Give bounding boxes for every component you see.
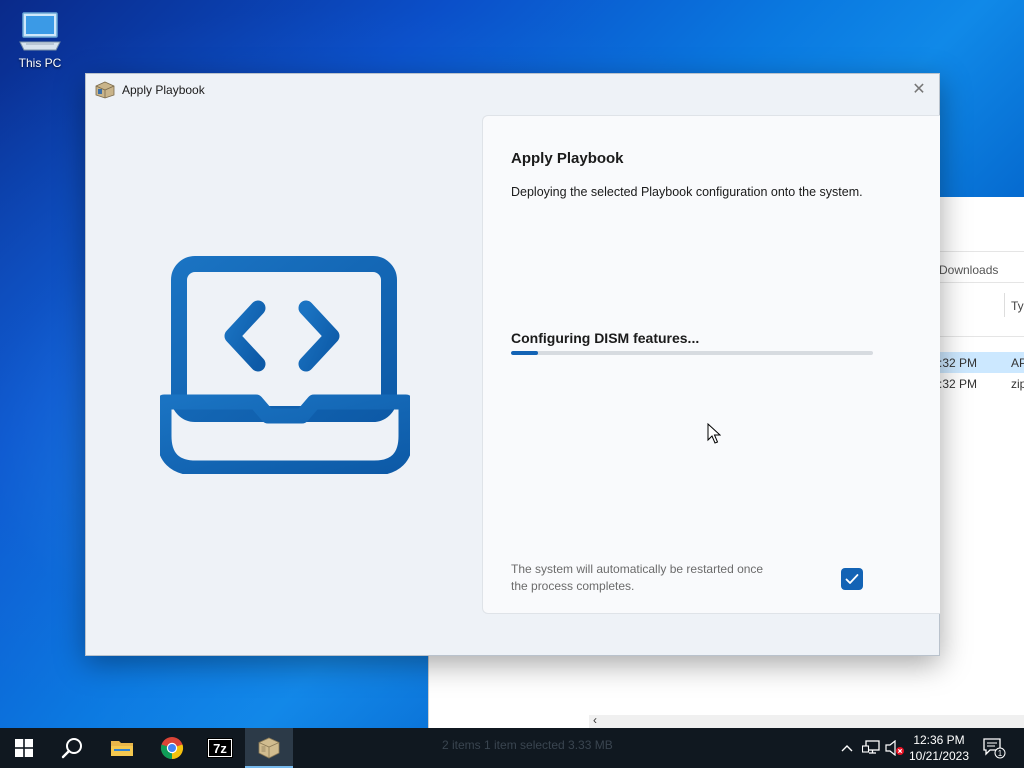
search-icon [61, 738, 82, 759]
scroll-left-icon[interactable]: ‹ [593, 713, 597, 727]
network-icon [862, 740, 880, 754]
file-row[interactable]: :32 PM zip [939, 373, 1024, 394]
clock-date: 10/21/2023 [908, 749, 970, 763]
column-divider[interactable] [1004, 293, 1005, 317]
7zip-icon: 7z [207, 738, 233, 758]
column-header-type[interactable]: Typ [1011, 299, 1024, 313]
network-button[interactable] [860, 728, 882, 768]
progress-panel: Apply Playbook Deploying the selected Pl… [482, 115, 940, 614]
desktop-icon-label: This PC [18, 56, 62, 70]
close-icon: ✕ [912, 81, 926, 98]
windows-logo-icon [15, 739, 33, 757]
notification-count: 1 [998, 749, 1003, 758]
apply-playbook-dialog: Apply Playbook ✕ Apply Playbook Deployin… [85, 73, 940, 656]
start-button[interactable] [0, 728, 48, 768]
explorer-status-bar: 2 items 1 item selected 3.33 MB [442, 738, 613, 752]
taskbar: 2 items 1 item selected 3.33 MB 7z 12:36… [0, 728, 1024, 768]
file-type: AP [1011, 356, 1024, 370]
clock[interactable]: 12:36 PM 10/21/2023 [905, 732, 973, 764]
checkmark-icon [845, 574, 859, 584]
action-center-button[interactable]: 1 [978, 728, 1010, 768]
search-button[interactable] [48, 728, 96, 768]
progress-bar [511, 351, 873, 355]
page-description: Deploying the selected Playbook configur… [511, 185, 863, 199]
progress-bar-fill [511, 351, 539, 355]
this-pc-icon [19, 12, 61, 51]
file-modified-time: :32 PM [939, 356, 978, 370]
show-hidden-icons-button[interactable] [836, 728, 858, 768]
package-box-icon [95, 81, 115, 104]
package-box-icon [258, 737, 280, 759]
desktop-icon-this-pc[interactable]: This PC [12, 10, 68, 70]
notification-icon: 1 [983, 738, 1006, 759]
auto-restart-checkbox[interactable] [841, 568, 863, 590]
playbook-app-button[interactable] [245, 728, 293, 768]
close-button[interactable]: ✕ [904, 78, 934, 100]
folder-icon [111, 741, 133, 756]
page-title: Apply Playbook [511, 150, 624, 167]
7zip-label: 7z [213, 741, 227, 756]
horizontal-scrollbar[interactable]: ‹ [589, 713, 1024, 728]
progress-status-text: Configuring DISM features... [511, 330, 700, 346]
file-modified-time: :32 PM [939, 377, 978, 391]
7zip-button[interactable]: 7z [196, 728, 244, 768]
volume-muted-icon [885, 740, 904, 756]
file-row[interactable]: :32 PM AP [939, 352, 1024, 373]
volume-button[interactable] [884, 728, 906, 768]
file-type: zip [1011, 377, 1024, 391]
chrome-button[interactable] [148, 728, 196, 768]
breadcrumb[interactable]: Downloads [939, 263, 998, 277]
mouse-cursor-icon [707, 423, 721, 444]
file-explorer-button[interactable] [98, 728, 146, 768]
clock-time: 12:36 PM [913, 733, 965, 747]
chevron-up-icon [841, 745, 853, 752]
chrome-icon [160, 737, 184, 760]
laptop-code-icon [156, 256, 414, 479]
window-title: Apply Playbook [122, 83, 205, 97]
restart-note: The system will automatically be restart… [511, 562, 764, 593]
title-bar[interactable]: Apply Playbook ✕ [86, 74, 939, 106]
